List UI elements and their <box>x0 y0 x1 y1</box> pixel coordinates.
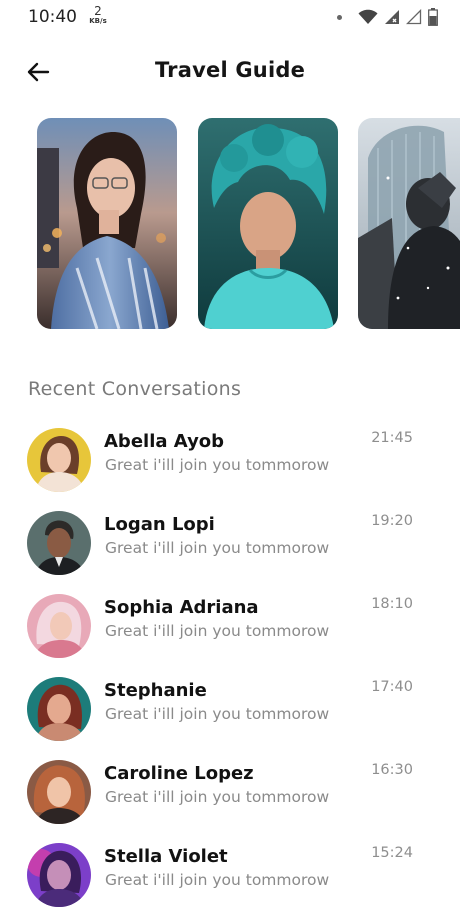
message-time: 18:10 <box>371 596 413 612</box>
story-card[interactable] <box>37 118 177 329</box>
message-preview: Great i'ill join you tommorow <box>105 456 330 474</box>
section-title: Recent Conversations <box>28 378 242 400</box>
status-icons <box>337 8 438 26</box>
message-time: 17:40 <box>371 679 413 695</box>
contact-name: Caroline Lopez <box>104 763 254 784</box>
avatar <box>27 760 91 824</box>
wifi-icon <box>358 9 378 24</box>
conversation-item[interactable]: Sophia Adriana Great i'ill join you tomm… <box>0 586 460 666</box>
avatar <box>27 511 91 575</box>
avatar <box>27 594 91 658</box>
message-preview: Great i'ill join you tommorow <box>105 871 330 889</box>
message-preview: Great i'ill join you tommorow <box>105 788 330 806</box>
message-time: 16:30 <box>371 762 413 778</box>
message-time: 19:20 <box>371 513 413 529</box>
app-header: Travel Guide <box>0 44 460 100</box>
avatar-image <box>27 843 91 907</box>
signal-icon <box>385 10 399 24</box>
message-time: 15:24 <box>371 845 413 861</box>
story-card[interactable] <box>358 118 460 329</box>
network-speed-value: 2 <box>94 4 102 18</box>
story-photo-man-teal-hair <box>198 118 338 329</box>
story-photo-man-snow <box>358 118 460 329</box>
avatar-image <box>27 511 91 575</box>
avatar <box>27 428 91 492</box>
conversation-item[interactable]: Abella Ayob Great i'ill join you tommoro… <box>0 420 460 500</box>
status-time: 10:40 <box>28 7 77 27</box>
page-title: Travel Guide <box>154 58 306 82</box>
message-preview: Great i'ill join you tommorow <box>105 705 330 723</box>
story-card[interactable] <box>198 118 338 329</box>
battery-icon <box>428 8 438 26</box>
contact-name: Sophia Adriana <box>104 597 259 618</box>
status-bar: 10:40 2 KB/s <box>0 0 460 34</box>
avatar-image <box>27 594 91 658</box>
message-time: 21:45 <box>371 430 413 446</box>
avatar <box>27 843 91 907</box>
conversation-item[interactable]: Stephanie Great i'ill join you tommorow … <box>0 669 460 749</box>
avatar-image <box>27 760 91 824</box>
message-preview: Great i'ill join you tommorow <box>105 539 330 557</box>
conversation-item[interactable]: Caroline Lopez Great i'ill join you tomm… <box>0 752 460 832</box>
message-preview: Great i'ill join you tommorow <box>105 622 330 640</box>
conversation-item[interactable]: Logan Lopi Great i'ill join you tommorow… <box>0 503 460 583</box>
signal-empty-icon <box>406 9 422 25</box>
avatar-image <box>27 677 91 741</box>
avatar <box>27 677 91 741</box>
conversation-item[interactable]: Stella Violet Great i'ill join you tommo… <box>0 835 460 915</box>
contact-name: Abella Ayob <box>104 431 225 452</box>
story-carousel[interactable] <box>0 118 460 332</box>
notification-dot-icon <box>337 14 342 20</box>
story-photo-woman-glasses <box>37 118 177 329</box>
network-speed: 2 KB/s <box>86 5 110 25</box>
contact-name: Stella Violet <box>104 846 228 867</box>
contact-name: Stephanie <box>104 680 207 701</box>
contact-name: Logan Lopi <box>104 514 215 535</box>
network-speed-unit: KB/s <box>89 17 107 25</box>
avatar-image <box>27 428 91 492</box>
